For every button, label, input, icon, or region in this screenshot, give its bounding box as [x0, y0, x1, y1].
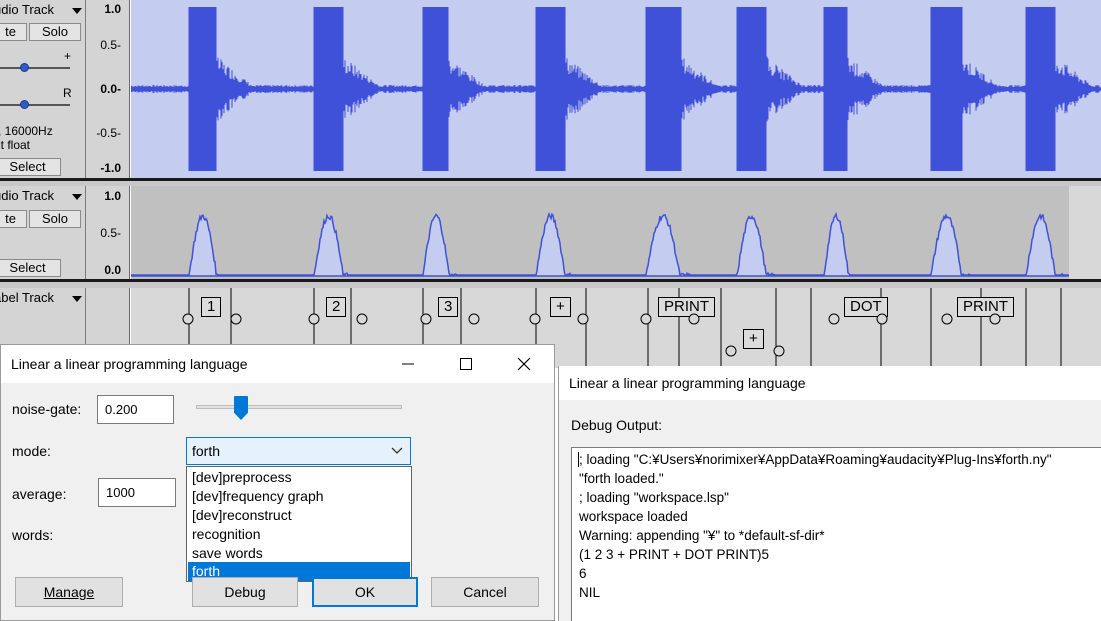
track-1-pan-knob[interactable] — [20, 100, 29, 109]
label-dot[interactable]: DOT — [844, 297, 888, 317]
track-1-name-menu[interactable]: udio Track — [0, 2, 85, 18]
debug-line: workspace loaded — [579, 509, 688, 524]
dropdown-arrow-icon — [72, 8, 82, 14]
words-label: words: — [12, 527, 54, 543]
mode-option-recognition[interactable]: recognition — [188, 525, 410, 544]
average-label: average: — [12, 486, 67, 502]
ruler-label: 1.0 — [104, 189, 121, 203]
label-print-2[interactable]: PRINT — [957, 297, 1014, 317]
track-2-name: udio Track — [0, 188, 54, 203]
track-2-mute-button[interactable]: te — [0, 210, 27, 228]
track-1-name: udio Track — [0, 2, 54, 17]
mode-selected-value: forth — [192, 443, 221, 459]
average-input[interactable]: 1000 — [98, 478, 176, 507]
envelope-path — [131, 211, 1073, 277]
track-1-gain-knob[interactable] — [20, 63, 29, 72]
mode-option-preprocess[interactable]: [dev]preprocess — [188, 468, 410, 487]
track-1-solo-button[interactable]: Solo — [29, 23, 81, 41]
track-1-waveform[interactable] — [131, 0, 1101, 178]
label-track-control-panel: abel Track — [0, 288, 86, 348]
dropdown-arrow-icon — [72, 296, 82, 302]
track-1-gain-plus-label: + — [64, 49, 72, 63]
track-2-select-button[interactable]: Select — [0, 259, 61, 277]
manage-button-label: Manage — [43, 584, 95, 600]
waveform-graphic — [131, 7, 1101, 171]
debug-line: Warning: appending "¥" to *default-sf-di… — [579, 528, 825, 543]
mode-label: mode: — [12, 443, 51, 459]
debug-dialog-title: Linear a linear programming language — [569, 375, 806, 391]
debug-line: ; loading "workspace.lsp" — [579, 490, 729, 505]
track-1-control-panel: udio Track te Solo + R , 16000Hz it floa… — [0, 0, 86, 178]
track-1-pan-right-label: R — [63, 86, 72, 100]
debug-output-label: Debug Output: — [571, 417, 663, 433]
debug-output-dialog: Linear a linear programming language Deb… — [558, 366, 1101, 621]
track-1-select-button[interactable]: Select — [0, 158, 61, 176]
debug-output-textarea[interactable]: ; loading "C:¥Users¥norimixer¥AppData¥Ro… — [571, 447, 1101, 621]
track-1-rate-info: , 16000Hz — [0, 124, 53, 138]
label-2[interactable]: 2 — [326, 297, 347, 317]
debug-line: ; loading "C:¥Users¥norimixer¥AppData¥Ro… — [579, 452, 1052, 467]
ok-button[interactable]: OK — [312, 577, 418, 607]
ruler-label: 0.5- — [100, 226, 121, 240]
ruler-label: 0.0 — [104, 263, 121, 277]
track-1-gain-slider[interactable] — [0, 67, 70, 69]
label-track-name-menu[interactable]: abel Track — [0, 290, 85, 306]
ruler-label: 0.5- — [100, 38, 121, 52]
ruler-label: -0.5- — [96, 126, 121, 140]
chevron-down-icon — [391, 447, 403, 454]
track-1-mute-button[interactable]: te — [0, 23, 27, 41]
debug-line: (1 2 3 + PRINT + DOT PRINT)5 — [579, 547, 770, 562]
minimize-icon[interactable] — [398, 354, 418, 374]
track-2-name-menu[interactable]: udio Track — [0, 188, 85, 204]
label-plus-2[interactable]: + — [743, 329, 764, 349]
debug-line: "forth loaded." — [579, 471, 664, 486]
track-1-vertical-ruler: 1.0 0.5- 0.0- -0.5- -1.0 — [86, 0, 130, 178]
label-track-name: abel Track — [0, 290, 54, 305]
track-2-control-panel: udio Track te Solo Select — [0, 186, 86, 279]
label-1[interactable]: 1 — [201, 297, 222, 317]
mode-option-save-words[interactable]: save words — [188, 544, 410, 563]
debug-button[interactable]: Debug — [192, 577, 298, 607]
track-2-vertical-ruler: 1.0 0.5- 0.0 — [86, 186, 130, 279]
label-track-ruler — [86, 288, 130, 348]
label-plus[interactable]: + — [550, 297, 571, 317]
label-print[interactable]: PRINT — [658, 297, 715, 317]
mode-dropdown-list: [dev]preprocess [dev]frequency graph [de… — [186, 466, 412, 582]
track-2-solo-button[interactable]: Solo — [29, 210, 81, 228]
noise-gate-input[interactable]: 0.200 — [97, 395, 174, 424]
cancel-button[interactable]: Cancel — [431, 577, 539, 607]
dialog-title: Linear a linear programming language — [11, 356, 248, 372]
mode-option-frequency-graph[interactable]: [dev]frequency graph — [188, 487, 410, 506]
ruler-label: 1.0 — [104, 2, 121, 16]
track-2-envelope-waveform[interactable] — [131, 186, 1101, 279]
dropdown-arrow-icon — [72, 194, 82, 200]
envelope-graphic — [131, 186, 1101, 279]
track-1-format-info: it float — [0, 138, 31, 152]
manage-button[interactable]: Manage — [15, 577, 123, 607]
track-1-pan-slider[interactable] — [0, 104, 70, 106]
mode-select[interactable]: forth — [186, 437, 411, 465]
envelope-end-region — [1069, 186, 1101, 279]
noise-gate-slider-track[interactable] — [196, 405, 402, 409]
maximize-icon[interactable] — [456, 354, 476, 374]
debug-line: 6 — [579, 566, 587, 581]
debug-dialog-title-bar: Linear a linear programming language — [559, 366, 1101, 400]
close-icon[interactable] — [514, 354, 534, 374]
ruler-label: -1.0 — [100, 161, 121, 175]
ruler-label: 0.0- — [100, 82, 121, 96]
debug-line: NIL — [579, 585, 601, 600]
label-3[interactable]: 3 — [438, 297, 459, 317]
dialog-title-bar: Linear a linear programming language — [1, 345, 554, 383]
mode-option-reconstruct[interactable]: [dev]reconstruct — [188, 506, 410, 525]
noise-gate-label: noise-gate: — [12, 401, 82, 417]
